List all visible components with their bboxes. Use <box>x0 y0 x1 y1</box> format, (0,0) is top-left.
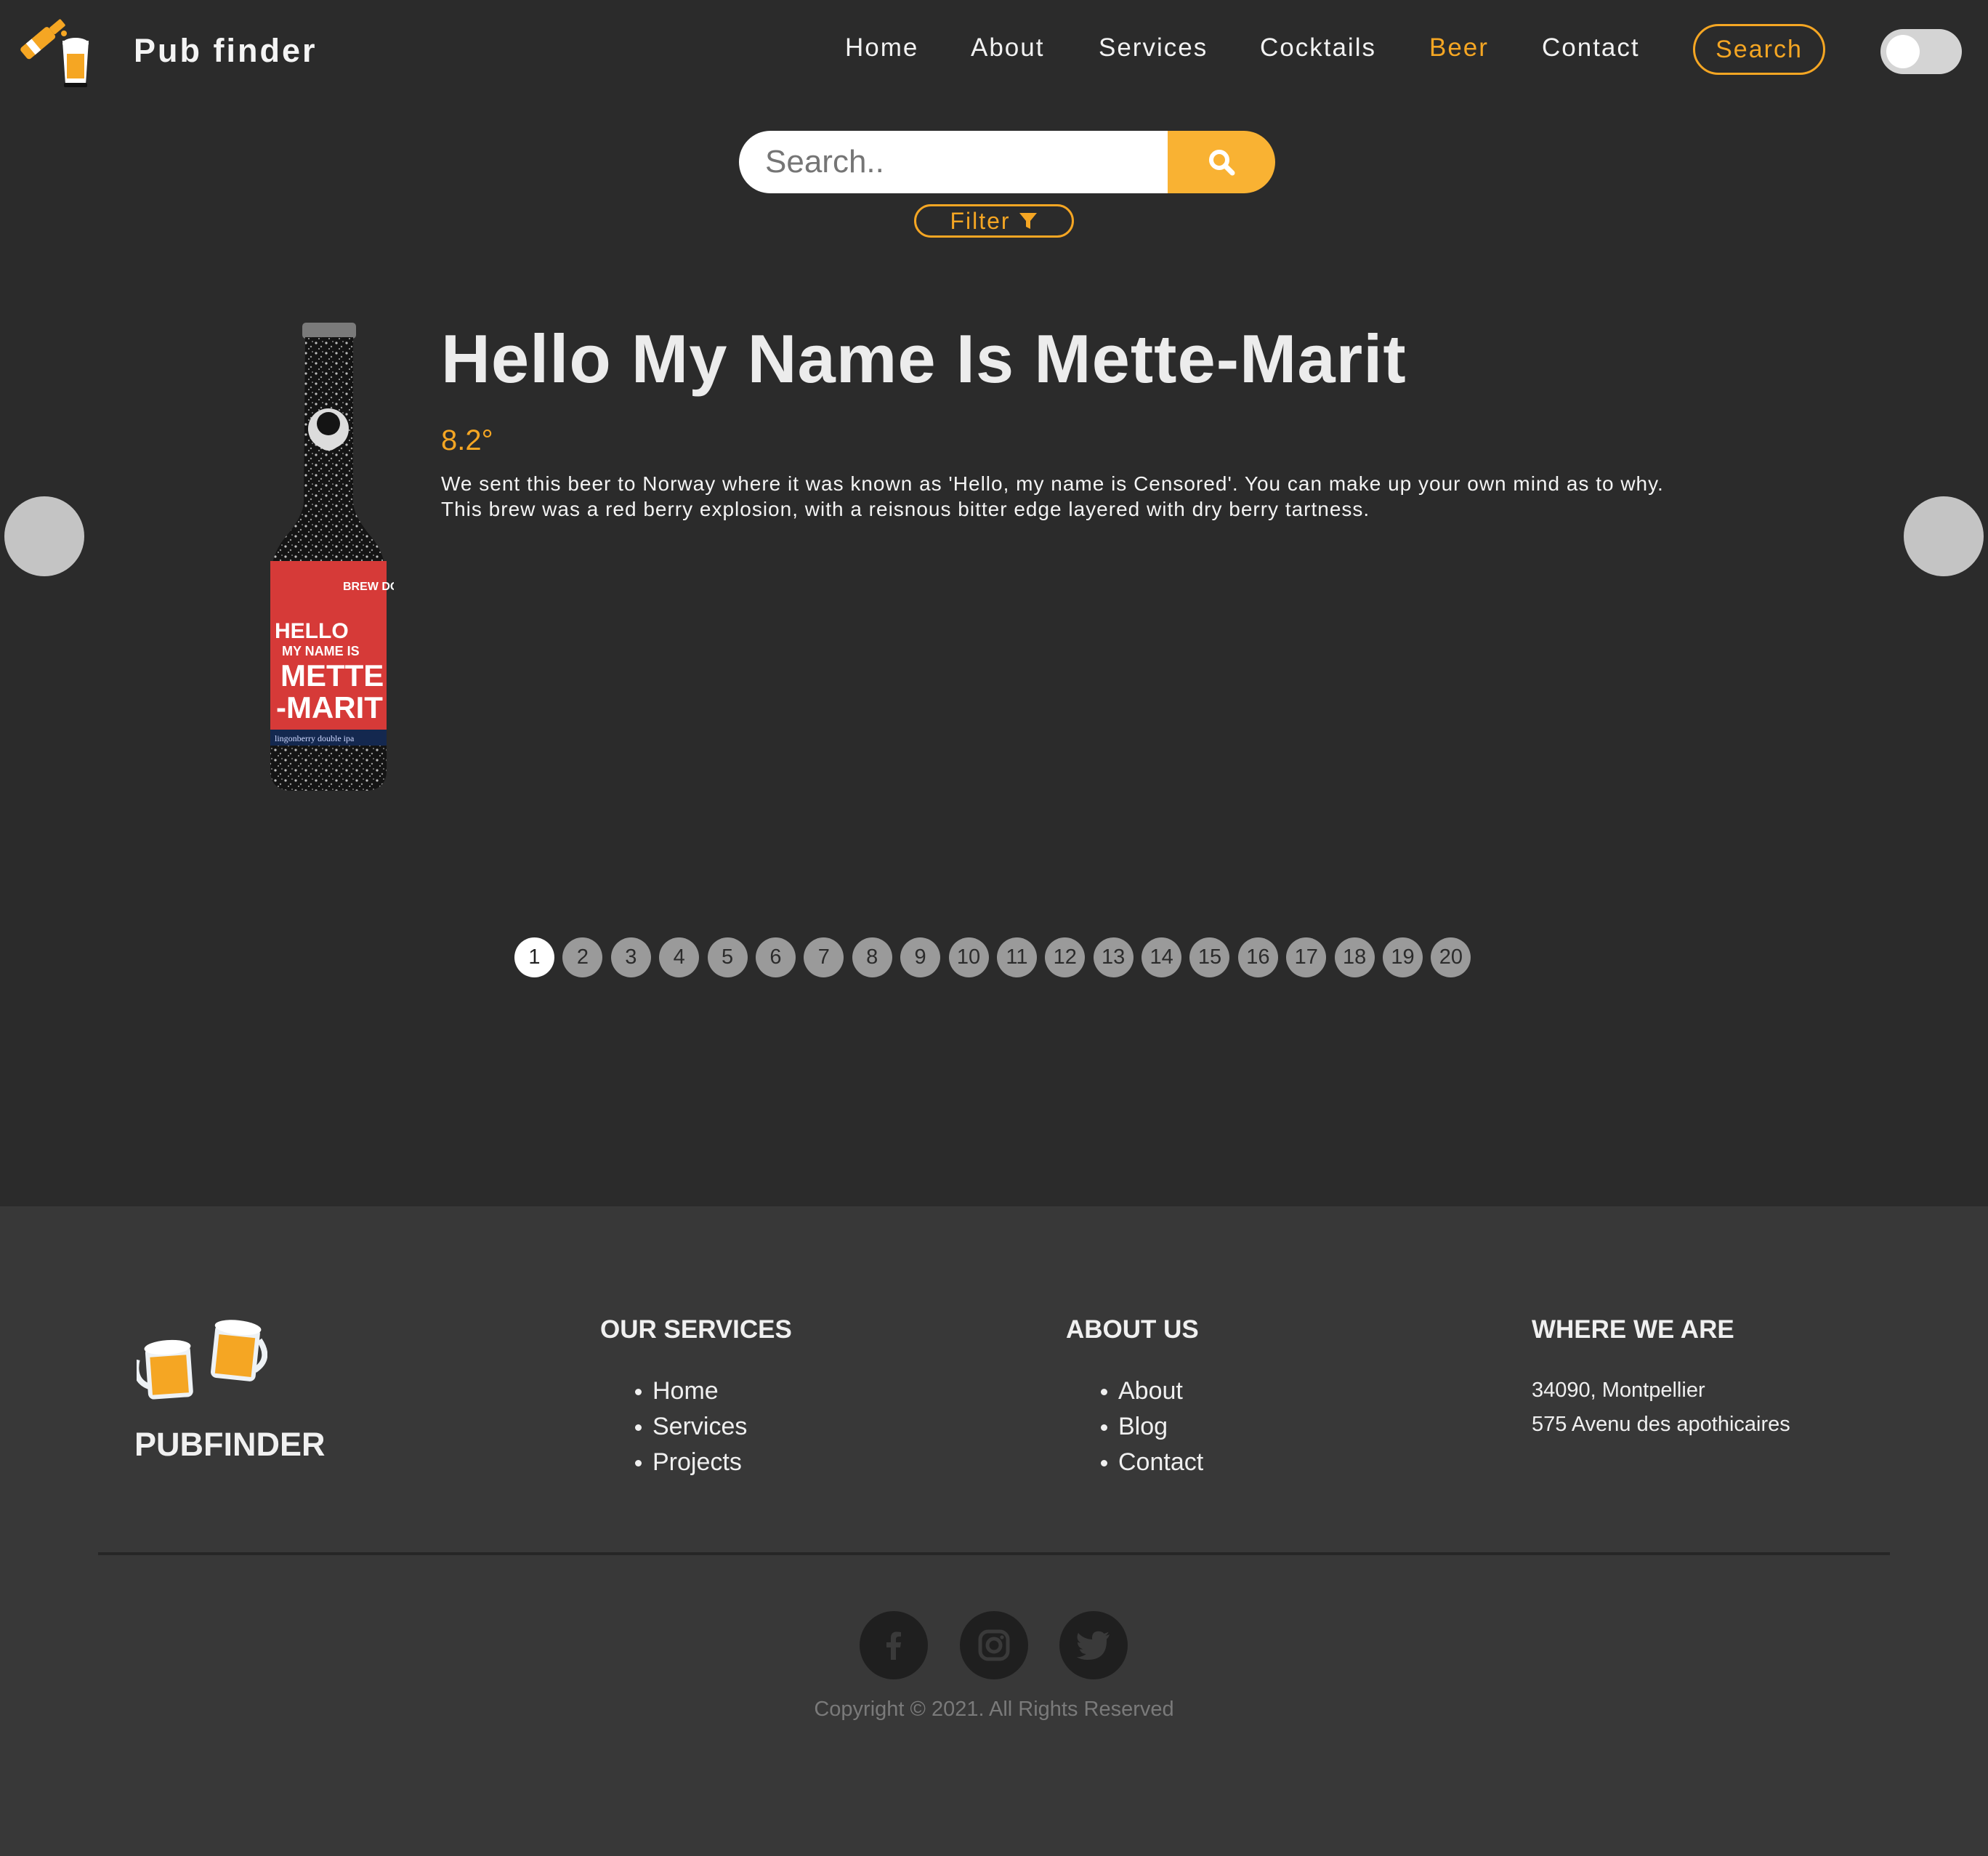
footer-link-projects[interactable]: Projects <box>635 1445 747 1480</box>
page-button-5[interactable]: 5 <box>707 937 748 977</box>
page-button-3[interactable]: 3 <box>610 937 651 977</box>
footer-about-title: ABOUT US <box>1066 1315 1199 1344</box>
footer-about-list: About Blog Contact <box>1101 1373 1203 1480</box>
page-button-2[interactable]: 2 <box>562 937 603 977</box>
search-input[interactable] <box>739 131 1169 193</box>
page-button-6[interactable]: 6 <box>755 937 796 977</box>
page-button-14[interactable]: 14 <box>1142 937 1182 977</box>
search-submit-button[interactable] <box>1168 131 1275 193</box>
footer-services-title: OUR SERVICES <box>600 1315 792 1344</box>
footer-address-line-2: 575 Avenu des apothicaires <box>1532 1413 1790 1436</box>
bottle-brand-text: BREW DOG <box>343 581 394 593</box>
footer-link-services[interactable]: Services <box>635 1409 747 1445</box>
nav-search-button[interactable]: Search <box>1693 24 1825 75</box>
twitter-link[interactable] <box>1059 1611 1128 1679</box>
twitter-icon <box>1076 1631 1110 1660</box>
footer-link-home[interactable]: Home <box>635 1373 747 1409</box>
filter-label: Filter <box>950 207 1011 234</box>
page-button-15[interactable]: 15 <box>1189 937 1230 977</box>
nav-beer[interactable]: Beer <box>1429 33 1489 62</box>
footer-services-list: Home Services Projects <box>635 1373 747 1480</box>
footer-link-blog[interactable]: Blog <box>1101 1409 1203 1445</box>
nav-about[interactable]: About <box>971 33 1044 62</box>
nav-home[interactable]: Home <box>845 33 918 62</box>
instagram-link[interactable] <box>960 1611 1028 1679</box>
bottle-label-line-3: METTE <box>280 658 384 693</box>
carousel-prev-button[interactable] <box>4 496 84 576</box>
page-button-20[interactable]: 20 <box>1431 937 1471 977</box>
beer-abv: 8.2° <box>441 424 493 456</box>
page-button-10[interactable]: 10 <box>948 937 989 977</box>
page-button-12[interactable]: 12 <box>1045 937 1086 977</box>
footer: PUBFINDER OUR SERVICES Home Services Pro… <box>0 1206 1988 1856</box>
footer-address: 34090, Montpellier 575 Avenu des apothic… <box>1532 1373 1790 1442</box>
filter-funnel-icon <box>1019 213 1037 229</box>
theme-toggle-knob <box>1886 35 1920 68</box>
copyright: Copyright © 2021. All Rights Reserved <box>814 1698 1174 1721</box>
page-button-16[interactable]: 16 <box>1237 937 1278 977</box>
facebook-icon <box>886 1631 901 1660</box>
footer-link-about[interactable]: About <box>1101 1373 1203 1409</box>
beer-description: We sent this beer to Norway where it was… <box>441 472 1664 520</box>
footer-brand: PUBFINDER <box>134 1426 326 1463</box>
carousel-next-button[interactable] <box>1904 496 1984 576</box>
beer-mugs-logo-icon <box>137 1320 267 1400</box>
bottle-label-line-4: -MARIT <box>276 690 383 725</box>
beer-name: Hello My Name Is Mette-Marit <box>441 320 1407 397</box>
page-button-7[interactable]: 7 <box>804 937 844 977</box>
pagination: 1 2 3 4 5 6 7 8 9 10 11 12 13 14 15 16 17 18 19 20 <box>514 937 1471 977</box>
beer-pour-logo-icon[interactable] <box>12 12 99 89</box>
page-button-18[interactable]: 18 <box>1334 937 1375 977</box>
page-button-11[interactable]: 11 <box>996 937 1037 977</box>
search-bar <box>739 131 1275 193</box>
filter-button[interactable]: Filter <box>914 204 1074 238</box>
footer-where-title: WHERE WE ARE <box>1532 1315 1734 1344</box>
navbar: Pub finder Home About Services Cocktails… <box>0 0 1988 102</box>
bottle-label-line-1: HELLO <box>275 619 349 643</box>
theme-toggle[interactable] <box>1880 29 1962 74</box>
nav-cocktails[interactable]: Cocktails <box>1260 33 1376 62</box>
page-button-13[interactable]: 13 <box>1093 937 1134 977</box>
brand-name[interactable]: Pub finder <box>134 32 318 70</box>
page-button-4[interactable]: 4 <box>659 937 700 977</box>
page-button-1[interactable]: 1 <box>514 937 554 977</box>
bottle-sublabel: lingonberry double ipa <box>275 733 355 743</box>
footer-address-line-1: 34090, Montpellier <box>1532 1379 1705 1402</box>
beer-bottle-image: HELLO MY NAME IS METTE -MARIT BREW DOG l… <box>270 323 394 791</box>
search-icon <box>1209 150 1235 176</box>
instagram-icon <box>978 1629 1010 1661</box>
footer-divider <box>98 1552 1890 1555</box>
bottle-label-line-2: MY NAME IS <box>282 644 360 658</box>
page-button-19[interactable]: 19 <box>1383 937 1423 977</box>
facebook-link[interactable] <box>860 1611 928 1679</box>
page-button-17[interactable]: 17 <box>1286 937 1327 977</box>
page-button-8[interactable]: 8 <box>852 937 892 977</box>
footer-link-contact[interactable]: Contact <box>1101 1445 1203 1480</box>
nav-services[interactable]: Services <box>1099 33 1208 62</box>
nav-contact[interactable]: Contact <box>1542 33 1640 62</box>
page-button-9[interactable]: 9 <box>900 937 941 977</box>
